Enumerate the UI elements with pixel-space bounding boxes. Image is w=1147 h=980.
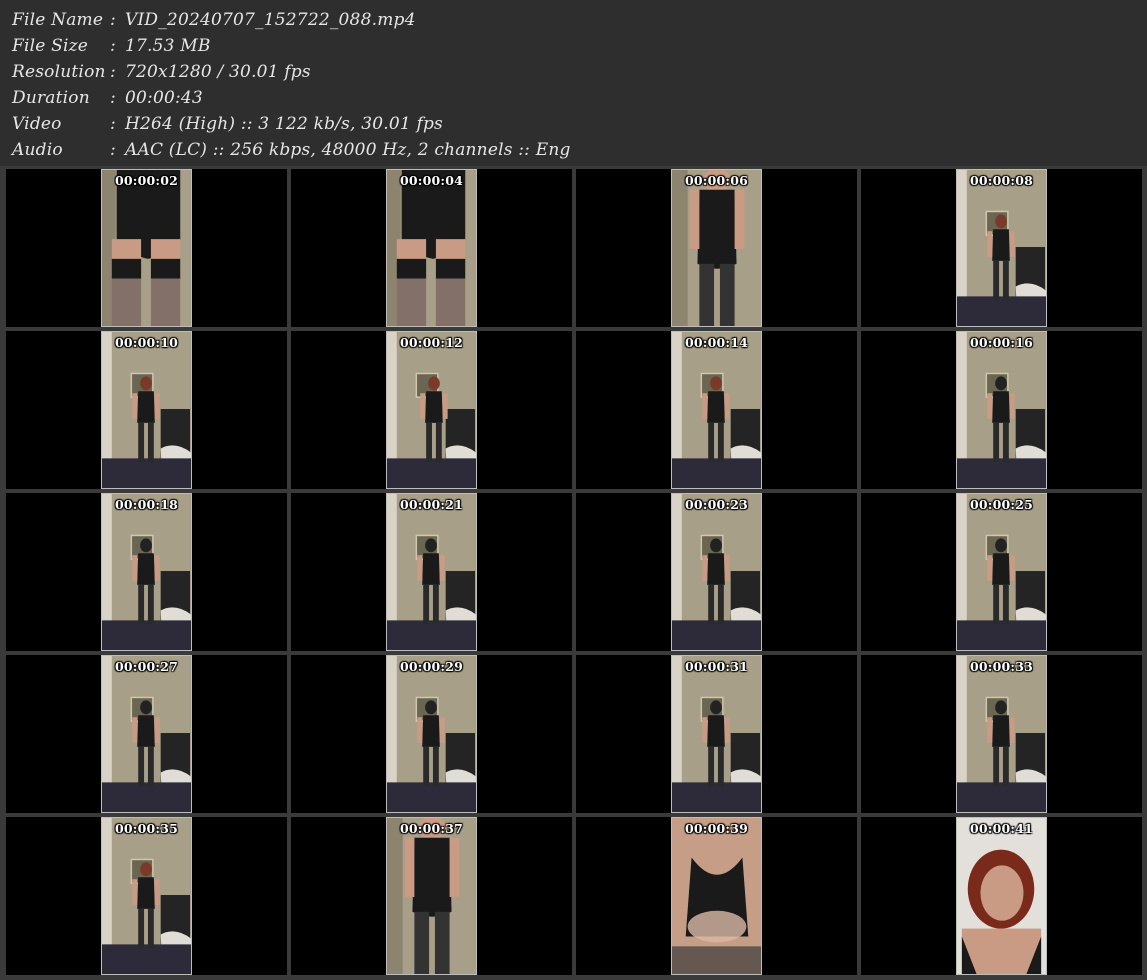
thumbnail-cell: 00:00:27 bbox=[6, 655, 287, 813]
video-frame-thumbnail bbox=[386, 331, 477, 489]
thumbnail-cell: 00:00:12 bbox=[291, 331, 572, 489]
thumbnail-cell: 00:00:02 bbox=[6, 169, 287, 327]
timestamp-label: 00:00:23 bbox=[684, 497, 748, 512]
info-label: Resolution bbox=[12, 62, 106, 82]
info-value: AAC (LC) :: 256 kbps, 48000 Hz, 2 channe… bbox=[125, 140, 571, 160]
timestamp-label: 00:00:14 bbox=[684, 335, 748, 350]
video-frame-thumbnail bbox=[101, 817, 192, 975]
timestamp-label: 00:00:04 bbox=[399, 173, 463, 188]
info-value: 720x1280 / 30.01 fps bbox=[125, 62, 311, 82]
video-frame-thumbnail bbox=[956, 331, 1047, 489]
info-value: H264 (High) :: 3 122 kb/s, 30.01 fps bbox=[125, 114, 443, 134]
thumbnail-cell: 00:00:06 bbox=[576, 169, 857, 327]
info-separator: : bbox=[110, 140, 116, 160]
video-frame-thumbnail bbox=[956, 817, 1047, 975]
thumbnail-cell: 00:00:25 bbox=[861, 493, 1142, 651]
thumbnail-cell: 00:00:29 bbox=[291, 655, 572, 813]
info-value: VID_20240707_152722_088.mp4 bbox=[125, 10, 416, 30]
video-frame-thumbnail bbox=[956, 655, 1047, 813]
timestamp-label: 00:00:12 bbox=[399, 335, 463, 350]
thumbnail-cell: 00:00:18 bbox=[6, 493, 287, 651]
thumbnail-grid: 00:00:02 00:00:04 00:00:06 00:00:08 00:0… bbox=[0, 166, 1147, 980]
timestamp-label: 00:00:21 bbox=[399, 497, 463, 512]
video-frame-thumbnail bbox=[386, 817, 477, 975]
video-frame-thumbnail bbox=[671, 817, 762, 975]
timestamp-label: 00:00:25 bbox=[969, 497, 1033, 512]
info-separator: : bbox=[110, 36, 116, 56]
timestamp-label: 00:00:39 bbox=[684, 821, 748, 836]
timestamp-label: 00:00:08 bbox=[969, 173, 1033, 188]
thumbnail-cell: 00:00:37 bbox=[291, 817, 572, 975]
thumbnail-cell: 00:00:14 bbox=[576, 331, 857, 489]
timestamp-label: 00:00:41 bbox=[969, 821, 1033, 836]
thumbnail-cell: 00:00:23 bbox=[576, 493, 857, 651]
thumbnail-cell: 00:00:16 bbox=[861, 331, 1142, 489]
thumbnail-cell: 00:00:39 bbox=[576, 817, 857, 975]
thumbnail-cell: 00:00:10 bbox=[6, 331, 287, 489]
timestamp-label: 00:00:06 bbox=[684, 173, 748, 188]
timestamp-label: 00:00:10 bbox=[114, 335, 178, 350]
info-value: 00:00:43 bbox=[125, 88, 203, 108]
video-frame-thumbnail bbox=[956, 493, 1047, 651]
info-label: Video bbox=[12, 114, 62, 134]
timestamp-label: 00:00:35 bbox=[114, 821, 178, 836]
video-frame-thumbnail bbox=[386, 493, 477, 651]
thumbnail-cell: 00:00:35 bbox=[6, 817, 287, 975]
video-frame-thumbnail bbox=[386, 655, 477, 813]
timestamp-label: 00:00:02 bbox=[114, 173, 178, 188]
video-frame-thumbnail bbox=[671, 655, 762, 813]
info-separator: : bbox=[110, 114, 116, 134]
thumbnail-cell: 00:00:31 bbox=[576, 655, 857, 813]
timestamp-label: 00:00:18 bbox=[114, 497, 178, 512]
info-separator: : bbox=[110, 62, 116, 82]
info-separator: : bbox=[110, 88, 116, 108]
info-label: File Size bbox=[12, 36, 89, 56]
video-frame-thumbnail bbox=[101, 331, 192, 489]
thumbnail-cell: 00:00:41 bbox=[861, 817, 1142, 975]
thumbnail-cell: 00:00:33 bbox=[861, 655, 1142, 813]
info-separator: : bbox=[110, 10, 116, 30]
video-frame-thumbnail bbox=[671, 169, 762, 327]
thumbnail-cell: 00:00:21 bbox=[291, 493, 572, 651]
timestamp-label: 00:00:16 bbox=[969, 335, 1033, 350]
info-label: Audio bbox=[12, 140, 63, 160]
video-frame-thumbnail bbox=[671, 493, 762, 651]
info-label: Duration bbox=[12, 88, 90, 108]
info-header: File Name: VID_20240707_152722_088.mp4 Fil… bbox=[0, 0, 1147, 166]
timestamp-label: 00:00:37 bbox=[399, 821, 463, 836]
video-frame-thumbnail bbox=[101, 655, 192, 813]
timestamp-label: 00:00:33 bbox=[969, 659, 1033, 674]
info-value: 17.53 MB bbox=[125, 36, 211, 56]
video-frame-thumbnail bbox=[386, 169, 477, 327]
info-label: File Name bbox=[12, 10, 104, 30]
timestamp-label: 00:00:31 bbox=[684, 659, 748, 674]
video-frame-thumbnail bbox=[671, 331, 762, 489]
timestamp-label: 00:00:27 bbox=[114, 659, 178, 674]
thumbnail-cell: 00:00:04 bbox=[291, 169, 572, 327]
thumbnail-cell: 00:00:08 bbox=[861, 169, 1142, 327]
video-frame-thumbnail bbox=[956, 169, 1047, 327]
video-frame-thumbnail bbox=[101, 169, 192, 327]
video-frame-thumbnail bbox=[101, 493, 192, 651]
timestamp-label: 00:00:29 bbox=[399, 659, 463, 674]
